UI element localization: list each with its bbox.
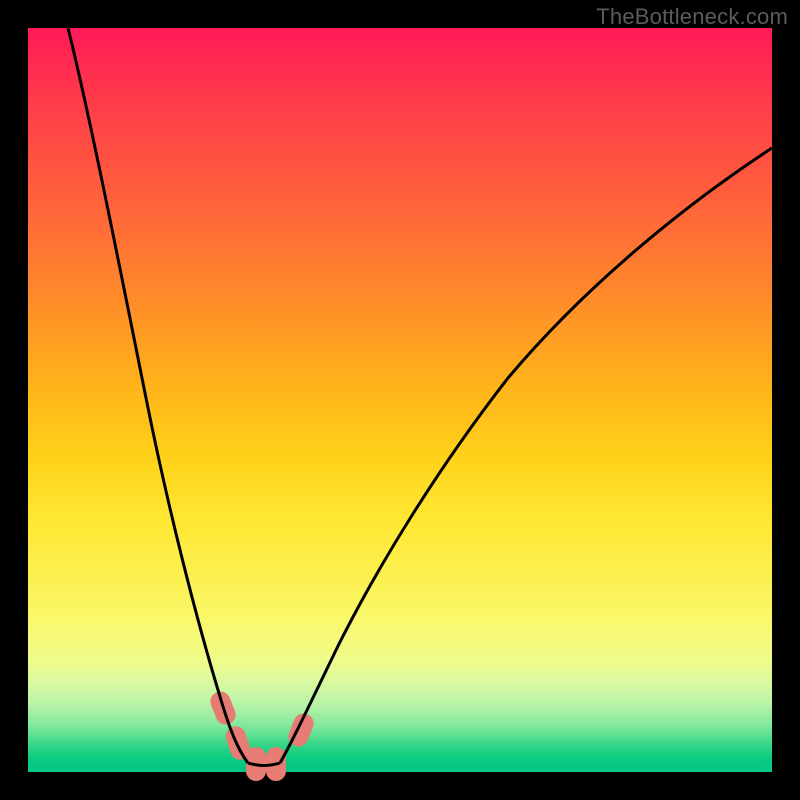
bottleneck-curve — [28, 28, 772, 772]
curve-trough — [248, 763, 280, 766]
chart-frame: TheBottleneck.com — [0, 0, 800, 800]
watermark-text: TheBottleneck.com — [596, 4, 788, 30]
plot-area — [28, 28, 772, 772]
curve-left-branch — [68, 28, 248, 763]
curve-right-branch — [280, 148, 772, 763]
